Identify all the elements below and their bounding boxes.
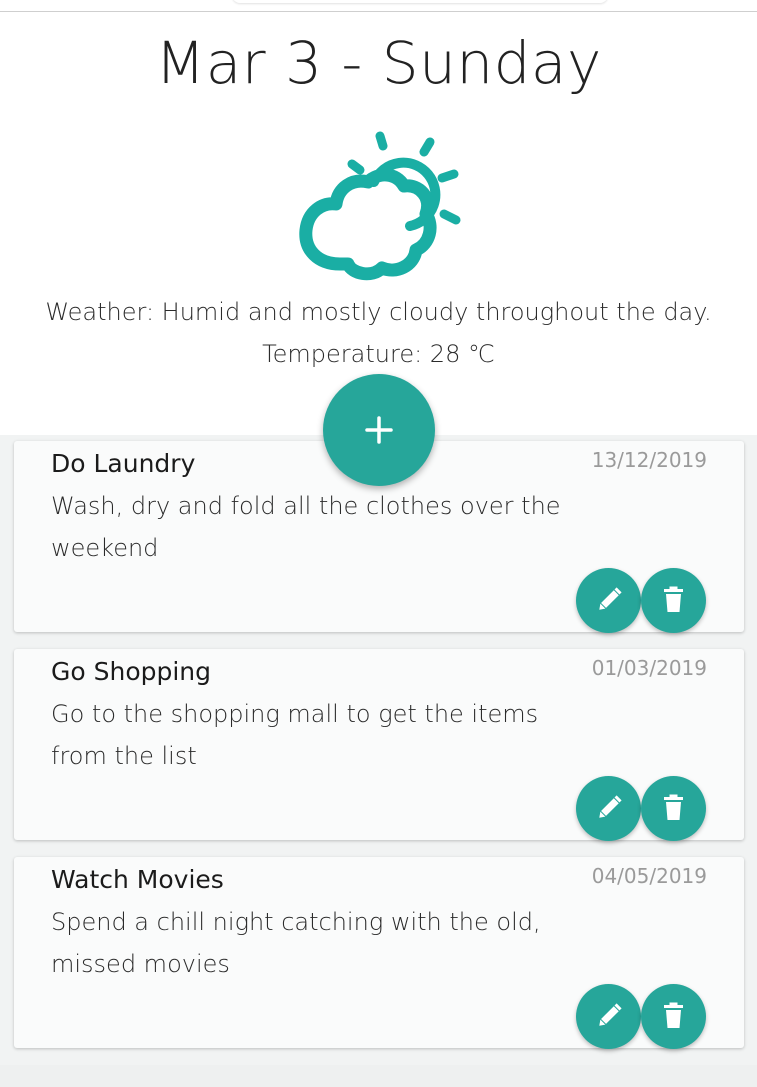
delete-button[interactable] [641,776,706,841]
trash-icon [664,586,683,612]
edit-button[interactable] [576,776,641,841]
edit-button[interactable] [576,984,641,1049]
page-title: Mar 3 - Sunday [155,29,602,97]
plus-icon [365,416,393,444]
pencil-icon [599,1003,622,1026]
temperature-reading: Temperature: 28 ℃ [262,340,495,368]
task-description: Spend a chill night catching with the ol… [51,908,541,978]
task-date: 13/12/2019 [591,448,707,472]
task-date: 04/05/2019 [591,864,707,888]
edit-button[interactable] [576,568,641,633]
task-list: Do Laundry 13/12/2019 Wash, dry and fold… [0,435,757,1065]
top-bar [0,0,757,12]
task-card: Watch Movies 04/05/2019 Spend a chill ni… [14,857,744,1049]
task-description: Wash, dry and fold all the clothes over … [51,492,561,562]
day-header: Mar 3 - Sunday Weather: Humid and mostly… [0,12,757,435]
delete-button[interactable] [641,984,706,1049]
task-title: Go Shopping [51,657,212,686]
trash-icon [664,1002,683,1028]
weather-description: Weather: Humid and mostly cloudy through… [45,298,712,326]
add-task-button[interactable] [323,374,435,486]
task-card: Go Shopping 01/03/2019 Go to the shoppin… [14,649,744,841]
pencil-icon [599,795,622,818]
partly-cloudy-icon [299,131,461,281]
page-footer-space [0,1065,757,1087]
task-title: Watch Movies [51,865,224,894]
trash-icon [664,794,683,820]
search-bar-edge[interactable] [232,0,608,3]
pencil-icon [599,587,622,610]
delete-button[interactable] [641,568,706,633]
task-description: Go to the shopping mall to get the items… [51,700,539,770]
task-title: Do Laundry [51,449,196,478]
task-date: 01/03/2019 [591,656,707,680]
